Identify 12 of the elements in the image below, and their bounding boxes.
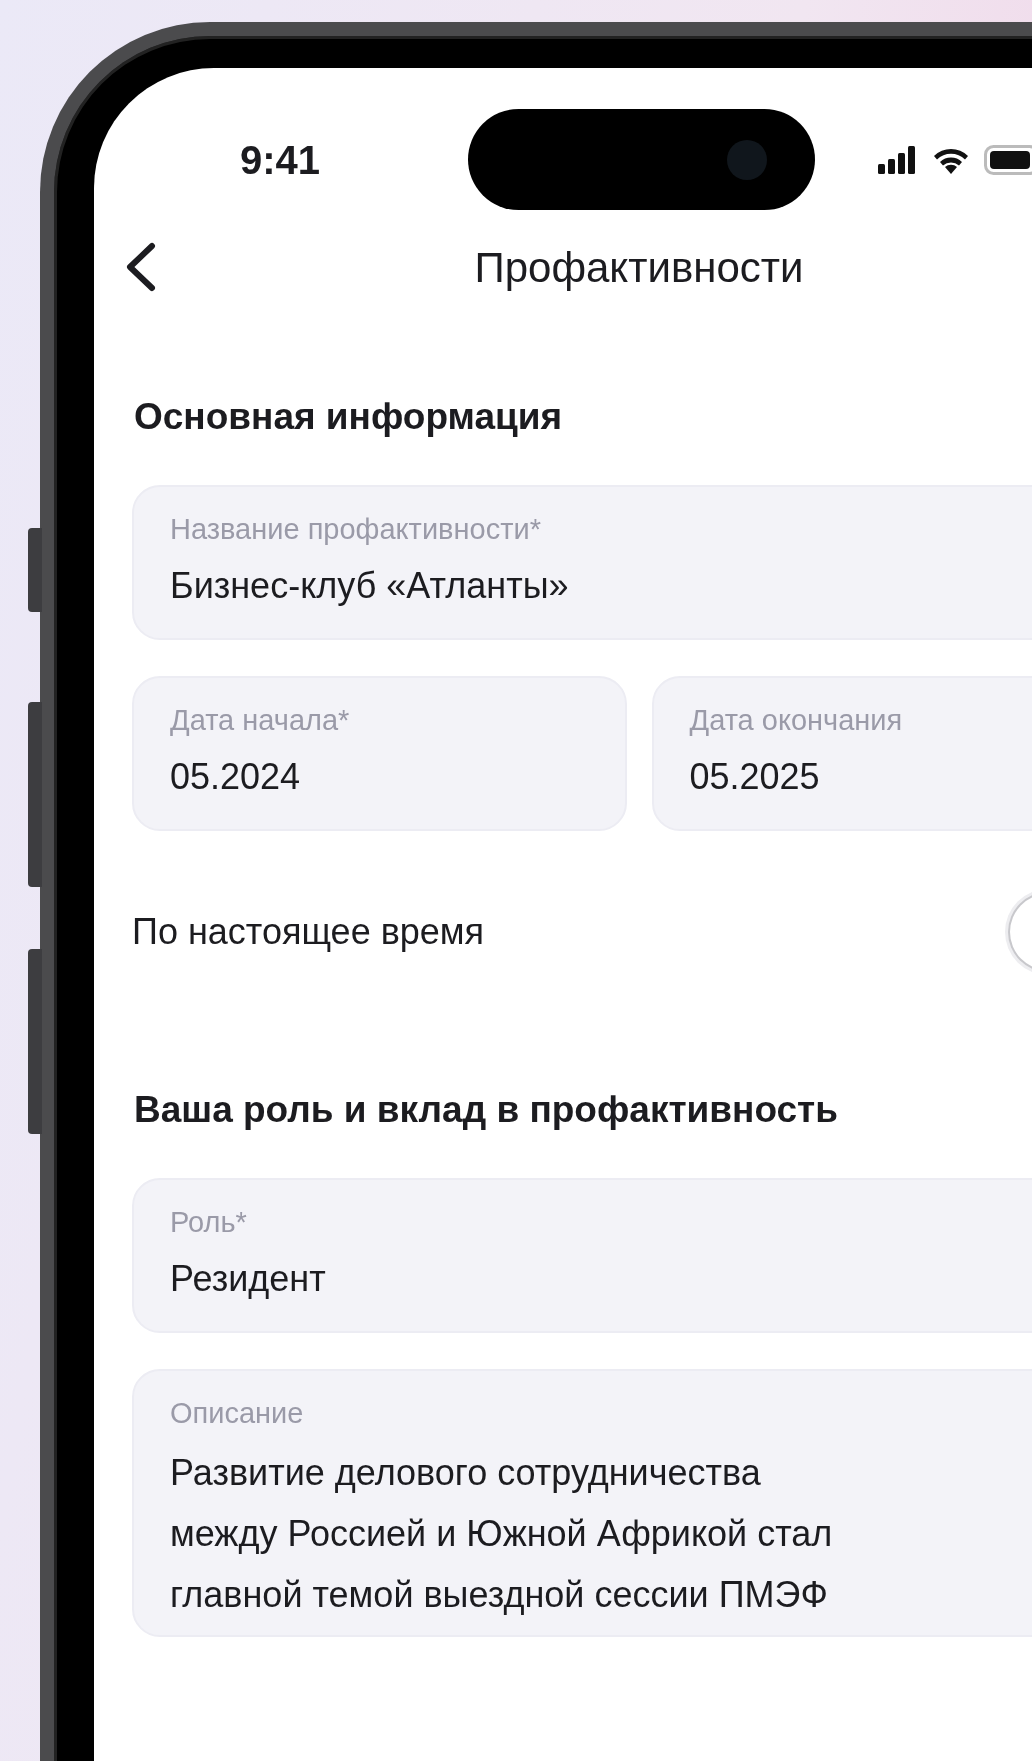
toggle-label: По настоящее время — [132, 910, 485, 954]
text-field[interactable]: Название профактивности* Бизнес-клуб «Атланты» — [132, 485, 1032, 640]
text-field[interactable]: Дата начала* 05.2024 — [132, 676, 627, 831]
screen-title: Профактивности — [474, 242, 804, 293]
text-field[interactable]: Роль* Резидент — [132, 1178, 1032, 1333]
section-title: Ваша роль и вклад в профактивность — [134, 1088, 839, 1132]
signal-icon — [878, 145, 918, 174]
text-field[interactable]: Дата окончания 05.2025 — [651, 676, 1032, 831]
battery-icon — [984, 144, 1032, 175]
status-time: 9:41 — [240, 136, 321, 184]
section-title: Основная информация — [134, 395, 564, 439]
text-area[interactable]: Описание Развитие делового сотрудничества между Россией и Южной Африкой стал главной темой выездной сессии ПМЭФ — [132, 1369, 1032, 1637]
